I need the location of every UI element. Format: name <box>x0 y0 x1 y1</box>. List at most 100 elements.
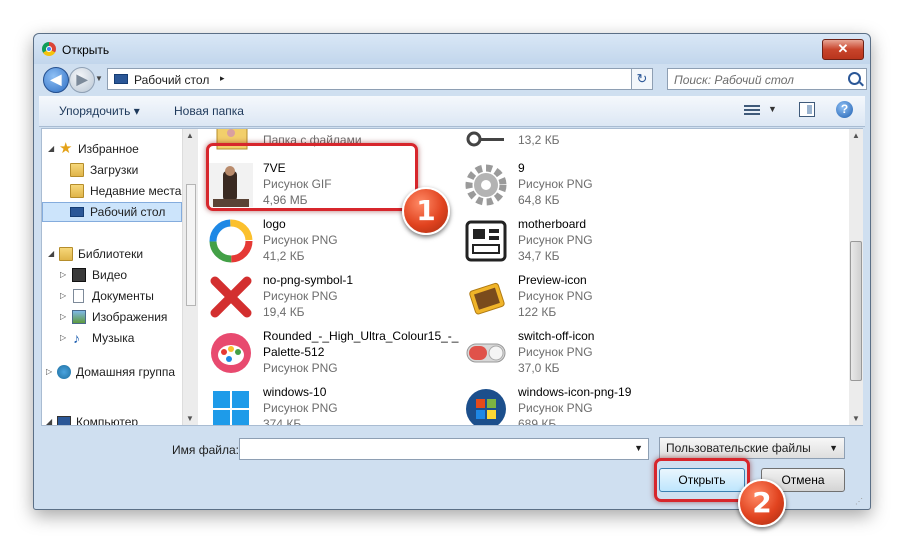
gear-icon <box>464 163 508 207</box>
sidebar-item-label: Видео <box>92 268 128 282</box>
file-list-scroll-thumb[interactable] <box>850 241 862 381</box>
file-type: Рисунок PNG <box>263 289 338 303</box>
file-type: Рисунок PNG <box>518 401 593 415</box>
desktop-icon <box>114 74 128 84</box>
windows-10-logo-icon <box>209 387 253 425</box>
forward-button[interactable]: ▶ <box>69 67 95 93</box>
refresh-button[interactable]: ↻ <box>631 68 653 90</box>
collapse-arrow-icon[interactable]: ◢ <box>46 412 52 425</box>
sidebar-item-pictures[interactable]: ▷ Изображения <box>42 307 182 327</box>
expand-arrow-icon[interactable]: ▷ <box>60 265 66 285</box>
collapse-arrow-icon[interactable]: ◢ <box>48 139 54 159</box>
palette-icon <box>209 331 253 375</box>
expand-arrow-icon[interactable]: ▷ <box>60 286 66 306</box>
sidebar-item-music[interactable]: ▷ ♪ Музыка <box>42 328 182 348</box>
organize-button[interactable]: Упорядочить ▾ <box>59 104 140 118</box>
scroll-up-icon[interactable]: ▲ <box>186 131 194 140</box>
close-button[interactable]: ✕ <box>822 39 864 60</box>
preview-icon <box>464 275 508 319</box>
sidebar-item-documents[interactable]: ▷ Документы <box>42 286 182 306</box>
view-dropdown-icon[interactable]: ▼ <box>768 104 777 114</box>
file-size: 122 КБ <box>518 305 557 319</box>
filetype-dropdown-icon[interactable]: ▼ <box>829 438 838 458</box>
file-item-windows-10[interactable]: windows-10 Рисунок PNG 374 КБ <box>207 383 457 425</box>
filename-input[interactable] <box>243 442 627 458</box>
key-icon <box>464 129 508 161</box>
sidebar-item-label: Музыка <box>92 331 135 345</box>
sidebar-item-recent-places[interactable]: Недавние места <box>42 181 182 201</box>
filename-label: Имя файла: <box>172 443 239 457</box>
expand-arrow-icon[interactable]: ▷ <box>60 307 66 327</box>
search-icon[interactable] <box>848 72 861 85</box>
filename-combobox[interactable]: ▼ <box>239 438 649 460</box>
title-bar[interactable]: Открыть ✕ <box>34 34 870 64</box>
file-item-switch-off-icon[interactable]: switch-off-icon Рисунок PNG 37,0 КБ <box>462 327 712 379</box>
file-name: motherboard <box>518 217 587 231</box>
file-name: Rounded_-_High_Ultra_Colour15_-_ <box>263 329 459 343</box>
file-item-9[interactable]: 9 Рисунок PNG 64,8 КБ <box>462 159 712 211</box>
chrome-icon <box>42 42 56 56</box>
sidebar-item-downloads[interactable]: Загрузки <box>42 160 182 180</box>
sidebar-item-favorites[interactable]: ◢ ★ Избранное <box>42 139 182 159</box>
sidebar-item-video[interactable]: ▷ Видео <box>42 265 182 285</box>
sidebar-item-label: Библиотеки <box>78 247 144 261</box>
sidebar-item-label: Компьютер <box>76 415 139 425</box>
address-bar[interactable]: Рабочий стол ▸ ▼ <box>107 68 653 90</box>
view-options-icon[interactable] <box>744 103 760 117</box>
sidebar-item-desktop[interactable]: Рабочий стол <box>42 202 182 222</box>
breadcrumb[interactable]: Рабочий стол <box>134 73 209 87</box>
file-list-scrollbar[interactable]: ▲ ▼ <box>849 129 863 425</box>
sidebar-item-libraries[interactable]: ◢ Библиотеки <box>42 244 182 264</box>
file-item-windows-icon-png-19[interactable]: windows-icon-png-19 Рисунок PNG 689 КБ <box>462 383 712 425</box>
search-box[interactable] <box>667 68 867 90</box>
file-name: Preview-icon <box>518 273 587 287</box>
navigation-scroll-thumb[interactable] <box>186 184 196 306</box>
file-item-rounded-palette[interactable]: Rounded_-_High_Ultra_Colour15_-_ Palette… <box>207 327 459 379</box>
filetype-select[interactable]: Пользовательские файлы ▼ <box>659 437 845 459</box>
file-item-motherboard[interactable]: motherboard Рисунок PNG 34,7 КБ <box>462 215 712 267</box>
file-type: Рисунок PNG <box>263 361 338 375</box>
sidebar-item-label: Рабочий стол <box>90 205 166 219</box>
step-badge-2: 2 <box>738 479 786 527</box>
breadcrumb-arrow-icon[interactable]: ▸ <box>220 73 225 84</box>
file-name: switch-off-icon <box>518 329 595 343</box>
file-name: no-png-symbol-1 <box>263 273 354 287</box>
back-button[interactable]: ◀ <box>43 67 69 93</box>
file-name: windows-10 <box>263 385 327 399</box>
music-library-icon: ♪ <box>73 330 80 346</box>
filetype-value: Пользовательские файлы <box>666 441 811 455</box>
navigation-pane: ◢ ★ Избранное Загрузки Недавние места Ра… <box>42 129 182 425</box>
desktop-icon <box>70 207 84 217</box>
navigation-pane-scrollbar[interactable]: ▲ ▼ <box>182 129 198 425</box>
file-name: logo <box>263 217 286 231</box>
sidebar-item-homegroup[interactable]: ▷ Домашняя группа <box>42 362 182 382</box>
logo-thumbnail <box>209 219 253 263</box>
computer-icon <box>57 416 71 425</box>
file-item-no-png-symbol[interactable]: no-png-symbol-1 Рисунок PNG 19,4 КБ <box>207 271 457 323</box>
downloads-folder-icon <box>70 163 84 177</box>
scroll-down-icon[interactable]: ▼ <box>852 414 860 423</box>
file-name-line-2: Palette-512 <box>263 345 325 359</box>
toggle-switch-icon <box>464 331 508 375</box>
new-folder-button[interactable]: Новая папка <box>174 104 244 118</box>
window-title: Открыть <box>62 43 110 57</box>
expand-arrow-icon[interactable]: ▷ <box>60 328 66 348</box>
collapse-arrow-icon[interactable]: ◢ <box>48 244 54 264</box>
file-type: Рисунок PNG <box>518 177 593 191</box>
recent-places-icon <box>70 184 84 198</box>
pictures-library-icon <box>72 310 86 324</box>
libraries-icon <box>59 247 73 261</box>
filename-dropdown-icon[interactable]: ▼ <box>634 443 643 453</box>
expand-arrow-icon[interactable]: ▷ <box>46 362 52 382</box>
step-badge-1: 1 <box>402 187 450 235</box>
history-dropdown-icon[interactable]: ▼ <box>95 74 103 83</box>
file-type: Рисунок PNG <box>263 401 338 415</box>
preview-pane-icon[interactable] <box>799 102 815 117</box>
scroll-up-icon[interactable]: ▲ <box>852 131 860 140</box>
file-item-preview-icon[interactable]: Preview-icon Рисунок PNG 122 КБ <box>462 271 712 323</box>
help-icon[interactable]: ? <box>836 101 853 118</box>
sidebar-item-computer[interactable]: ◢ Компьютер <box>42 412 182 425</box>
search-input[interactable] <box>672 72 846 88</box>
scroll-down-icon[interactable]: ▼ <box>186 414 194 423</box>
resize-grip-icon[interactable]: ⋰ <box>855 497 863 506</box>
